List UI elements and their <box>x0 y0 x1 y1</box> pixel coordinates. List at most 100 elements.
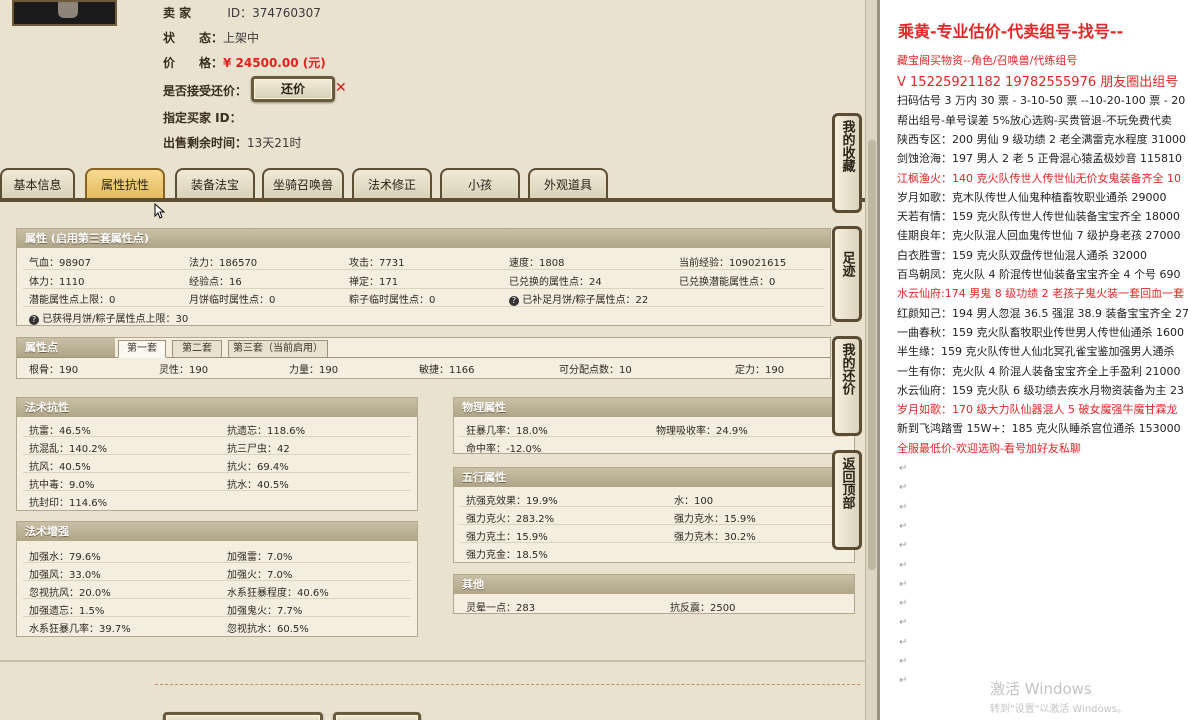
my-counter-offers-button[interactable]: 我的还价 <box>832 336 862 436</box>
counter-offer-button[interactable]: 还价 <box>251 76 335 102</box>
paragraph-mark-icon: ↵ <box>899 520 908 532</box>
other-cell: 抗反震：2500 <box>670 603 736 614</box>
price-label: 价 格： <box>163 56 224 70</box>
counter-offer-label: 是否接受还价： <box>163 84 248 98</box>
tab-appearance[interactable]: 外观道具 <box>528 168 608 200</box>
my-favorites-label: 我的收藏 <box>839 120 855 172</box>
status-value: 上架中 <box>223 31 260 45</box>
help-icon[interactable]: ? <box>29 315 39 325</box>
resist-cell: 抗水：40.5% <box>227 480 289 491</box>
element-cell: 强力克水：15.9% <box>674 514 756 525</box>
spell-enhance-section: 法术增强 加强水：79.6% 加强雷：7.0% 加强风：33.0% 加强火：7.… <box>16 521 418 637</box>
resist-cell: 抗三尸虫：42 <box>227 444 290 455</box>
doc-line: 全服最低价-欢迎选购-看号加好友私聊 <box>897 441 1081 455</box>
doc-line: 江枫渔火：140 克火队传世人传世仙无价女鬼装备齐全 10 <box>897 171 1181 185</box>
subtab-set-2[interactable]: 第二套 <box>172 340 222 358</box>
attr-cell: 已兑换的属性点：24 <box>509 277 602 288</box>
tab-equipment[interactable]: 装备法宝 <box>175 168 255 200</box>
subtab-set-1[interactable]: 第一套 <box>118 340 166 358</box>
footprint-button[interactable]: 足迹 <box>832 226 862 322</box>
enhance-cell: 加强鬼火：7.7% <box>227 606 303 617</box>
tab-children[interactable]: 小孩 <box>440 168 520 200</box>
back-to-top-label: 返回顶部 <box>839 457 855 509</box>
document-panel: 乘黄-专业估价-代卖组号-找号-- 藏宝阁买物资--角色/召唤兽/代练组号 V 1… <box>880 0 1188 720</box>
enhance-cell: 加强风：33.0% <box>29 570 101 581</box>
tab-spell-mods[interactable]: 法术修正 <box>352 168 432 200</box>
enhance-cell: 加强遗忘：1.5% <box>29 606 105 617</box>
attr-cell: 禅定：171 <box>349 277 399 288</box>
game-panel: 卖 家 ID：374760307 状 态：上架中 价 格：¥ 24500.00 … <box>0 0 865 720</box>
doc-line: 扫码估号 3 万内 30 票 - 3-10-50 票 --10-20-100 票… <box>897 94 1188 108</box>
element-cell: 强力克土：15.9% <box>466 532 548 543</box>
physical-title: 物理属性 <box>454 398 854 417</box>
five-elements-section: 五行属性 抗强克效果：19.9% 水：100 强力克火：283.2% 强力克水：… <box>453 467 855 563</box>
tab-basic-info[interactable]: 基本信息 <box>0 168 75 200</box>
attr-cell: 经验点：16 <box>189 277 242 288</box>
enhance-cell: 水系狂暴程度：40.6% <box>227 588 329 599</box>
game-scrollbar[interactable] <box>865 0 877 720</box>
physical-section: 物理属性 狂暴几率：18.0% 物理吸收率：24.9% 命中率：-12.0% <box>453 397 855 455</box>
paragraph-mark-icon: ↵ <box>899 578 908 590</box>
tab-divider <box>0 198 865 202</box>
attr-cell: ? 已补足月饼/粽子属性点：22 <box>509 291 648 306</box>
attr-cell: 气血：98907 <box>29 258 91 269</box>
paragraph-mark-icon: ↵ <box>899 617 908 629</box>
paragraph-mark-icon: ↵ <box>899 656 908 667</box>
doc-line: 佳期良年：克火队混人回血鬼传世仙 7 级护身老孩 27000 <box>897 229 1181 243</box>
other-title: 其他 <box>454 575 854 594</box>
doc-line: 半生缘：159 克火队传世人仙北冥孔雀宝鉴加强男人通杀 <box>897 345 1175 359</box>
resist-cell: 抗混乱：140.2% <box>29 444 108 455</box>
doc-line: 新到飞鸿踏雪 15W+：185 克火队睡杀宫位通杀 153000 <box>897 422 1181 436</box>
tab-attributes[interactable]: 属性抗性 <box>85 168 165 200</box>
dashed-divider <box>155 684 860 685</box>
other-section: 其他 灵晕一点：283 抗反震：2500 <box>453 574 855 614</box>
back-to-top-button[interactable]: 返回顶部 <box>832 450 862 550</box>
my-counter-offers-label: 我的还价 <box>839 343 855 395</box>
bottom-action-button-1[interactable] <box>163 712 323 720</box>
spell-resist-title: 法术抗性 <box>17 398 417 417</box>
attr-cell: 攻击：7731 <box>349 258 405 269</box>
tab-mounts-pets[interactable]: 坐骑召唤兽 <box>262 168 344 200</box>
enhance-cell: 加强雷：7.0% <box>227 552 293 563</box>
point-cell: 敏捷：1166 <box>419 365 475 376</box>
mouse-cursor-icon <box>154 202 166 219</box>
my-favorites-button[interactable]: 我的收藏 <box>832 113 862 213</box>
activate-windows-hint: 转到"设置"以激活 Windows。 <box>990 704 1128 715</box>
footer-divider <box>0 660 865 662</box>
attr-cell-text: 已补足月饼/粽子属性点：22 <box>522 295 649 306</box>
attr-cell: 法力：186570 <box>189 258 258 269</box>
paragraph-mark-icon: ↵ <box>899 540 908 552</box>
remain-label: 出售剩余时间： <box>163 136 248 150</box>
paragraph-mark-icon: ↵ <box>899 463 908 474</box>
element-cell: 强力克火：283.2% <box>466 514 555 525</box>
attr-cell: 已兑换潜能属性点：0 <box>679 277 776 288</box>
subtab-set-3[interactable]: 第三套（当前启用） <box>228 340 328 358</box>
physical-cell: 命中率：-12.0% <box>466 444 542 455</box>
physical-cell: 物理吸收率：24.9% <box>656 426 748 437</box>
attr-cell: 速度：1808 <box>509 258 565 269</box>
paragraph-mark-icon: ↵ <box>899 501 908 513</box>
doc-line: 红颜知己：194 男人忽混 36.5 强混 38.9 装备宝宝齐全 270 <box>897 306 1188 320</box>
doc-line: 一生有你：克火队 4 阶混人装备宝宝齐全上手盈利 21000 <box>897 364 1181 378</box>
bottom-action-button-2[interactable] <box>333 712 421 720</box>
enhance-cell: 加强水：79.6% <box>29 552 101 563</box>
attr-cell: 体力：1110 <box>29 277 85 288</box>
doc-line: 藏宝阁买物资--角色/召唤兽/代练组号 <box>897 54 1078 67</box>
help-icon[interactable]: ? <box>509 296 519 306</box>
price-row: 价 格：¥ 24500.00 (元) <box>163 54 326 71</box>
attr-cell: 粽子临时属性点：0 <box>349 295 436 306</box>
resist-cell: 抗火：69.4% <box>227 462 289 473</box>
paragraph-mark-icon: ↵ <box>899 559 908 571</box>
paragraph-mark-icon: ↵ <box>899 598 908 610</box>
doc-line: 白衣胜雪：159 克火队双盘传世仙混人通杀 32000 <box>897 248 1147 262</box>
seller-label: 卖 家 <box>163 6 192 20</box>
other-cell: 灵晕一点：283 <box>466 603 536 614</box>
element-cell: 强力克金：18.5% <box>466 550 548 561</box>
doc-line: 岁月如歌：170 级大力队仙器混人 5 破女魔强牛魔甘霖龙 <box>897 403 1178 417</box>
resist-cell: 抗风：40.5% <box>29 462 91 473</box>
scrollbar-thumb[interactable] <box>868 140 876 570</box>
resist-cell: 抗雷：46.5% <box>29 426 91 437</box>
element-cell: 抗强克效果：19.9% <box>466 496 558 507</box>
physical-cell: 狂暴几率：18.0% <box>466 426 548 437</box>
attr-note-text: 已获得月饼/粽子属性点上限：30 <box>42 314 189 325</box>
